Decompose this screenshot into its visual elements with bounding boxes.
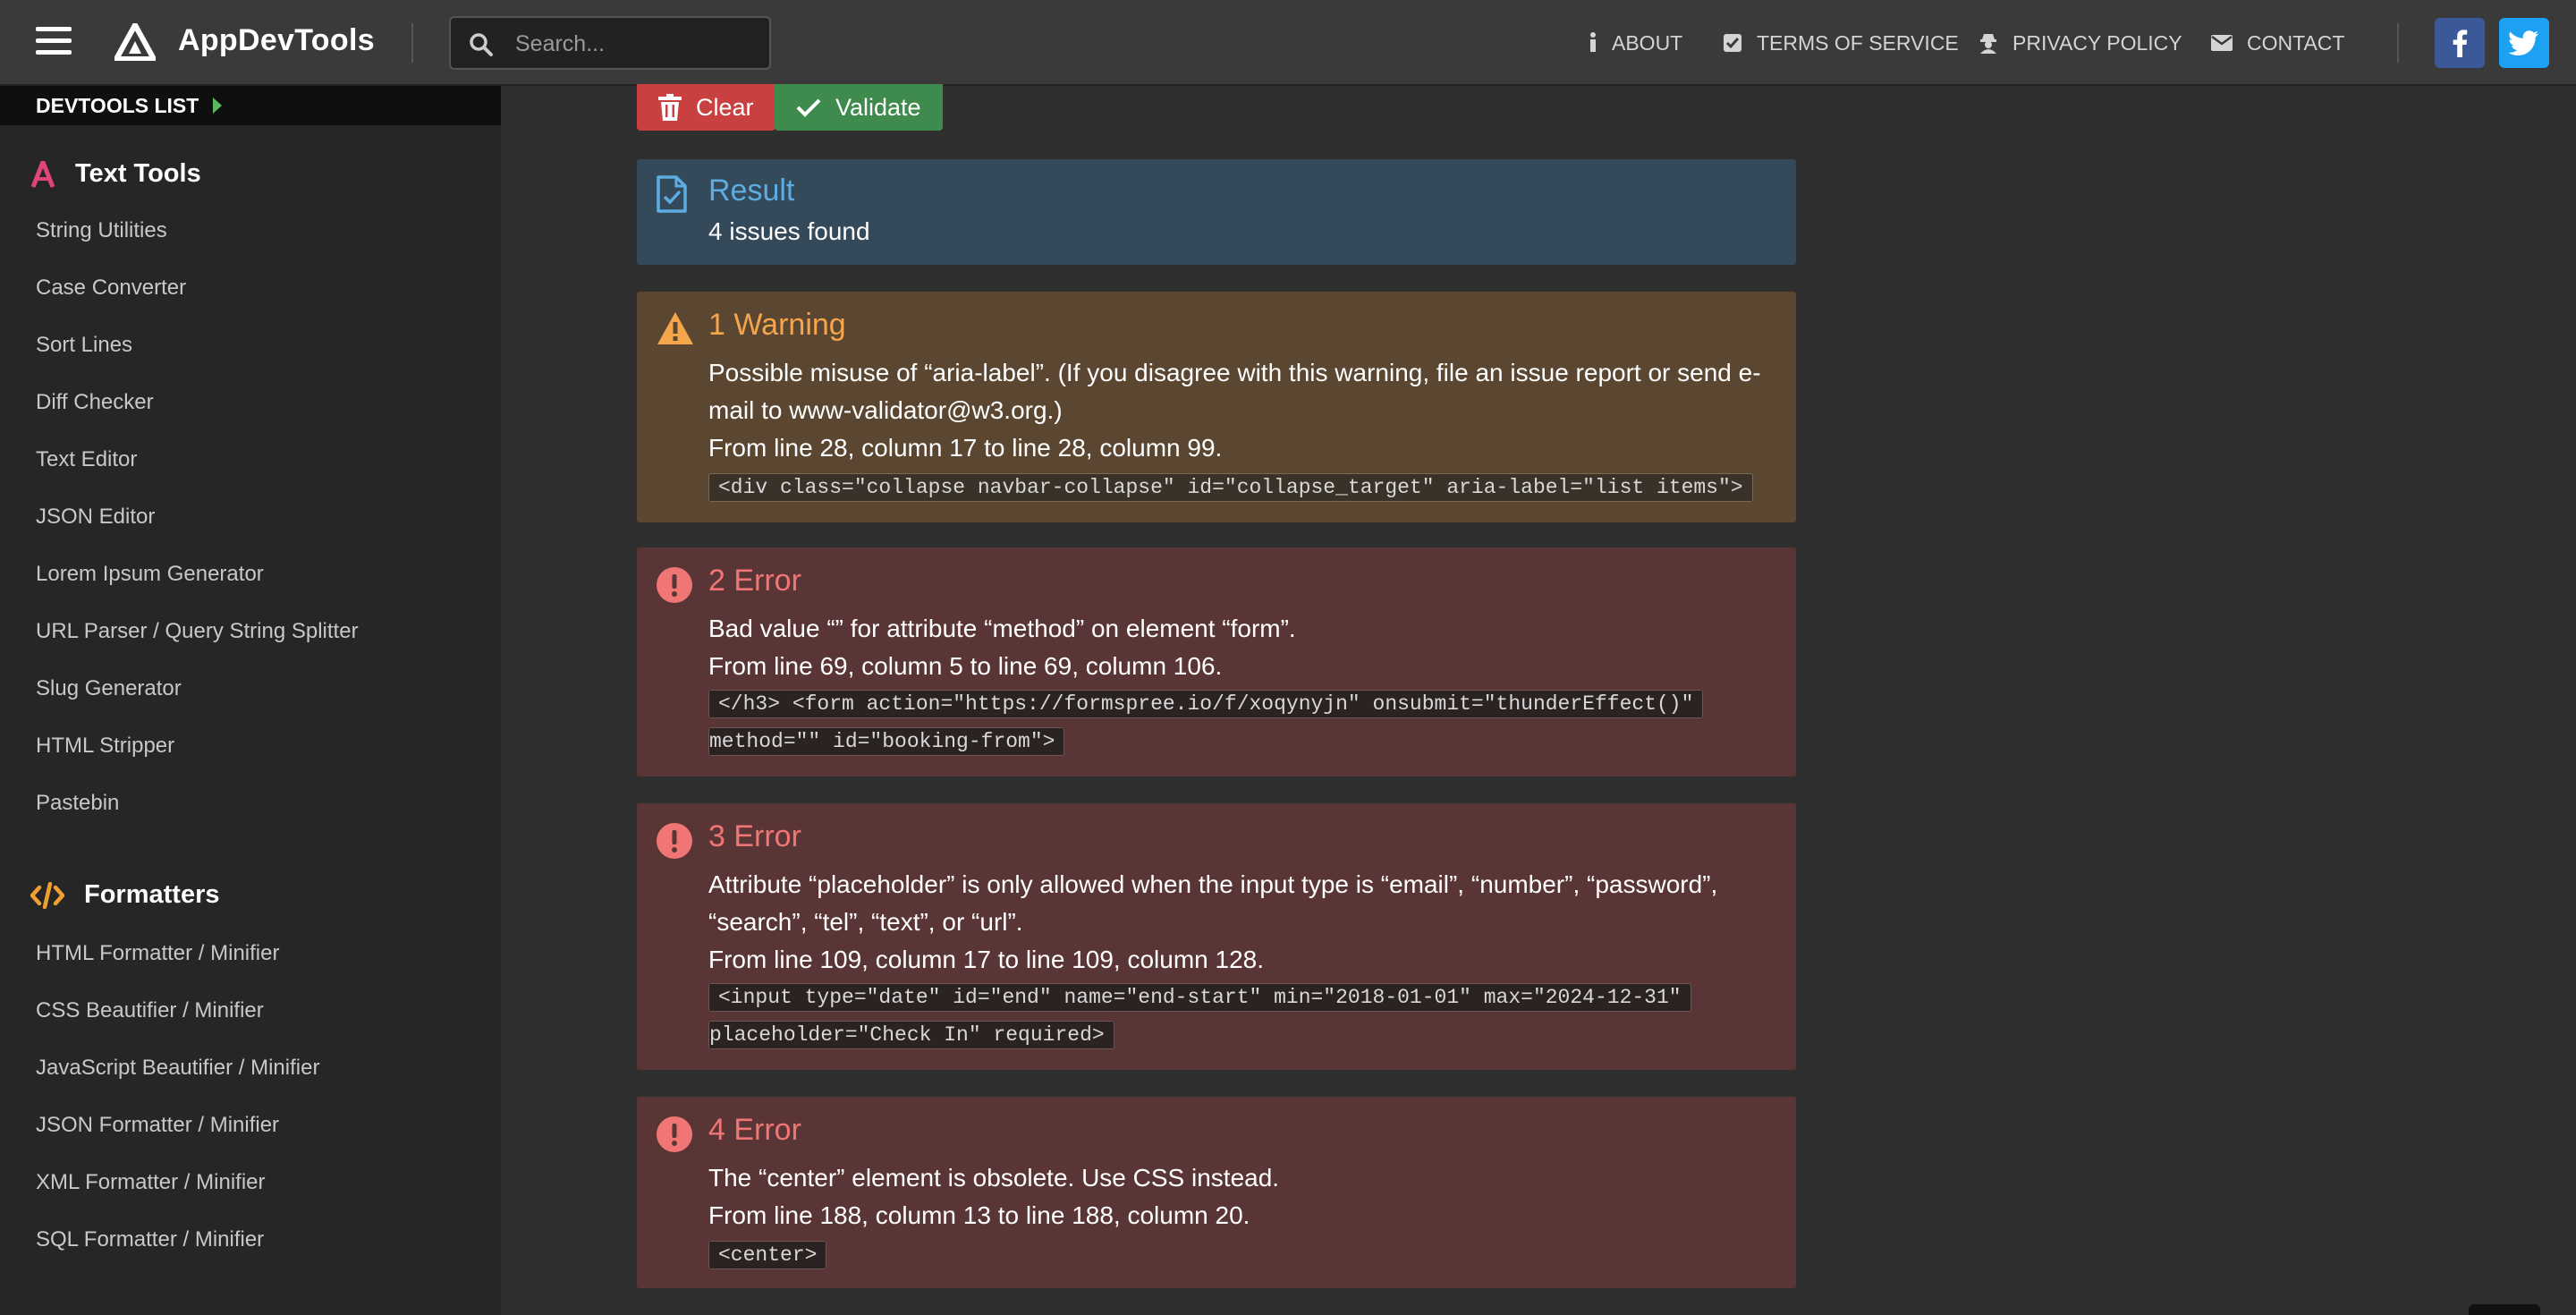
letter-a-icon [30, 160, 55, 188]
nav-about[interactable]: ABOUT [1589, 29, 1682, 57]
issue-location: From line 28, column 17 to line 28, colu… [708, 434, 1223, 462]
issue-code: </h3> <form action="https://formspree.io… [708, 685, 1704, 723]
sidebar-item[interactable]: Text Editor [36, 447, 137, 472]
search-icon [470, 33, 493, 56]
nav-terms-label: TERMS OF SERVICE [1757, 30, 1959, 55]
issue-title: 3 Error [708, 819, 801, 853]
sidebar-item[interactable]: JSON Formatter / Minifier [36, 1113, 279, 1138]
sidebar-item[interactable]: CSS Beautifier / Minifier [36, 998, 264, 1023]
code-snippet: <div class="collapse navbar-collapse" id… [708, 473, 1753, 502]
facebook-icon [2453, 30, 2468, 57]
result-card: Result 4 issues found [637, 159, 1796, 265]
code-snippet: </h3> <form action="https://formspree.io… [708, 690, 1704, 718]
section-title: Formatters [84, 880, 220, 909]
issue-location: From line 69, column 5 to line 69, colum… [708, 652, 1223, 680]
sidebar-item[interactable]: XML Formatter / Minifier [36, 1170, 266, 1195]
sidebar-item[interactable]: Lorem Ipsum Generator [36, 562, 264, 587]
checkmark-icon [796, 98, 821, 117]
sidebar-item[interactable]: HTML Formatter / Minifier [36, 941, 279, 966]
issue-code: <center> [708, 1236, 827, 1274]
menu-icon[interactable] [36, 27, 72, 57]
sidebar-item[interactable]: Sort Lines [36, 333, 132, 358]
issue-location: From line 109, column 17 to line 109, co… [708, 946, 1265, 973]
issue-message: The “center” element is obsolete. Use CS… [708, 1164, 1280, 1192]
issue-code: placeholder="Check In" required> [708, 1016, 1114, 1054]
issue-message: “search”, “tel”, “text”, or “url”. [708, 908, 1023, 936]
result-summary: 4 issues found [708, 217, 870, 245]
result-title: Result [708, 174, 795, 208]
sidebar-item[interactable]: JavaScript Beautifier / Minifier [36, 1056, 319, 1081]
app-name[interactable]: AppDevTools [178, 23, 375, 58]
sidebar-item[interactable]: Pastebin [36, 791, 119, 816]
issue-code: <input type="date" id="end" name="end-st… [708, 979, 1691, 1016]
sidebar-item[interactable]: Case Converter [36, 276, 186, 301]
nav-contact[interactable]: CONTACT [2211, 29, 2344, 57]
sidebar-item[interactable]: Slug Generator [36, 676, 182, 701]
search-box[interactable] [449, 16, 771, 70]
clear-label: Clear [696, 93, 754, 121]
issue-card: 4 Error The “center” element is obsolete… [637, 1097, 1796, 1288]
search-input[interactable] [515, 27, 757, 61]
nav-privacy-label: PRIVACY POLICY [2012, 30, 2182, 55]
validate-button[interactable]: Validate [775, 84, 943, 131]
issue-code: method="" id="booking-from"> [708, 723, 1065, 760]
issue-card: 3 Error Attribute “placeholder” is only … [637, 803, 1796, 1070]
issue-card: 2 Error Bad value “” for attribute “meth… [637, 547, 1796, 776]
issue-title: 4 Error [708, 1113, 801, 1147]
code-snippet: <input type="date" id="end" name="end-st… [708, 983, 1691, 1012]
top-navbar: AppDevTools ABOUT TERMS OF SERVICE PRIVA… [0, 0, 2576, 86]
code-snippet: placeholder="Check In" required> [708, 1021, 1114, 1049]
nav-terms[interactable]: TERMS OF SERVICE [1723, 29, 1959, 57]
user-secret-icon [1980, 34, 1996, 54]
exclamation-circle-icon [657, 567, 692, 603]
issue-title: 1 Warning [708, 308, 846, 342]
sidebar-item[interactable]: JSON Editor [36, 505, 155, 530]
twitter-icon [2509, 30, 2538, 55]
check-square-icon [1724, 34, 1741, 52]
info-icon [1590, 32, 1596, 52]
clear-button[interactable]: Clear [637, 84, 775, 131]
exclamation-circle-icon [657, 823, 692, 859]
nav-about-label: ABOUT [1612, 30, 1683, 55]
exclamation-circle-icon [657, 1116, 692, 1152]
warning-icon [657, 312, 693, 344]
scroll-to-top-button[interactable] [2469, 1304, 2540, 1315]
nav-contact-label: CONTACT [2247, 30, 2345, 55]
sidebar-item[interactable]: SQL Formatter / Minifier [36, 1227, 264, 1252]
issue-message: Possible misuse of “aria-label”. (If you… [708, 359, 1761, 386]
section-formatters: Formatters [30, 880, 220, 910]
divider [411, 23, 413, 63]
issue-card: 1 Warning Possible misuse of “aria-label… [637, 292, 1796, 522]
sidebar-item[interactable]: HTML Stripper [36, 734, 174, 759]
twitter-button[interactable] [2499, 18, 2549, 68]
code-snippet: method="" id="booking-from"> [708, 727, 1065, 756]
issue-message: Attribute “placeholder” is only allowed … [708, 870, 1718, 898]
issue-title: 2 Error [708, 564, 801, 598]
issue-location: From line 188, column 13 to line 188, co… [708, 1201, 1250, 1229]
validate-label: Validate [835, 93, 921, 121]
sidebar-item[interactable]: URL Parser / Query String Splitter [36, 619, 359, 644]
divider [2397, 23, 2399, 63]
code-snippet: <center> [708, 1241, 827, 1269]
section-text-tools: Text Tools [30, 159, 201, 189]
trash-icon [658, 94, 682, 121]
facebook-button[interactable] [2435, 18, 2485, 68]
file-check-icon [657, 175, 687, 213]
sidebar-item[interactable]: String Utilities [36, 218, 167, 243]
code-icon [30, 881, 64, 909]
issue-code: <div class="collapse navbar-collapse" id… [708, 469, 1753, 506]
sidebar: DEVTOOLS LIST Text Tools String Utilitie… [0, 86, 501, 1315]
logo-icon[interactable] [114, 23, 156, 61]
devtools-list-header[interactable]: DEVTOOLS LIST [0, 86, 501, 125]
caret-right-icon [213, 98, 223, 114]
issue-message: mail to www-validator@w3.org.) [708, 396, 1063, 424]
nav-privacy[interactable]: PRIVACY POLICY [1979, 29, 2182, 57]
sidebar-item[interactable]: Diff Checker [36, 390, 154, 415]
devtools-list-label: DEVTOOLS LIST [36, 93, 199, 117]
envelope-icon [2211, 35, 2233, 51]
issue-message: Bad value “” for attribute “method” on e… [708, 615, 1296, 642]
section-title: Text Tools [75, 159, 201, 188]
